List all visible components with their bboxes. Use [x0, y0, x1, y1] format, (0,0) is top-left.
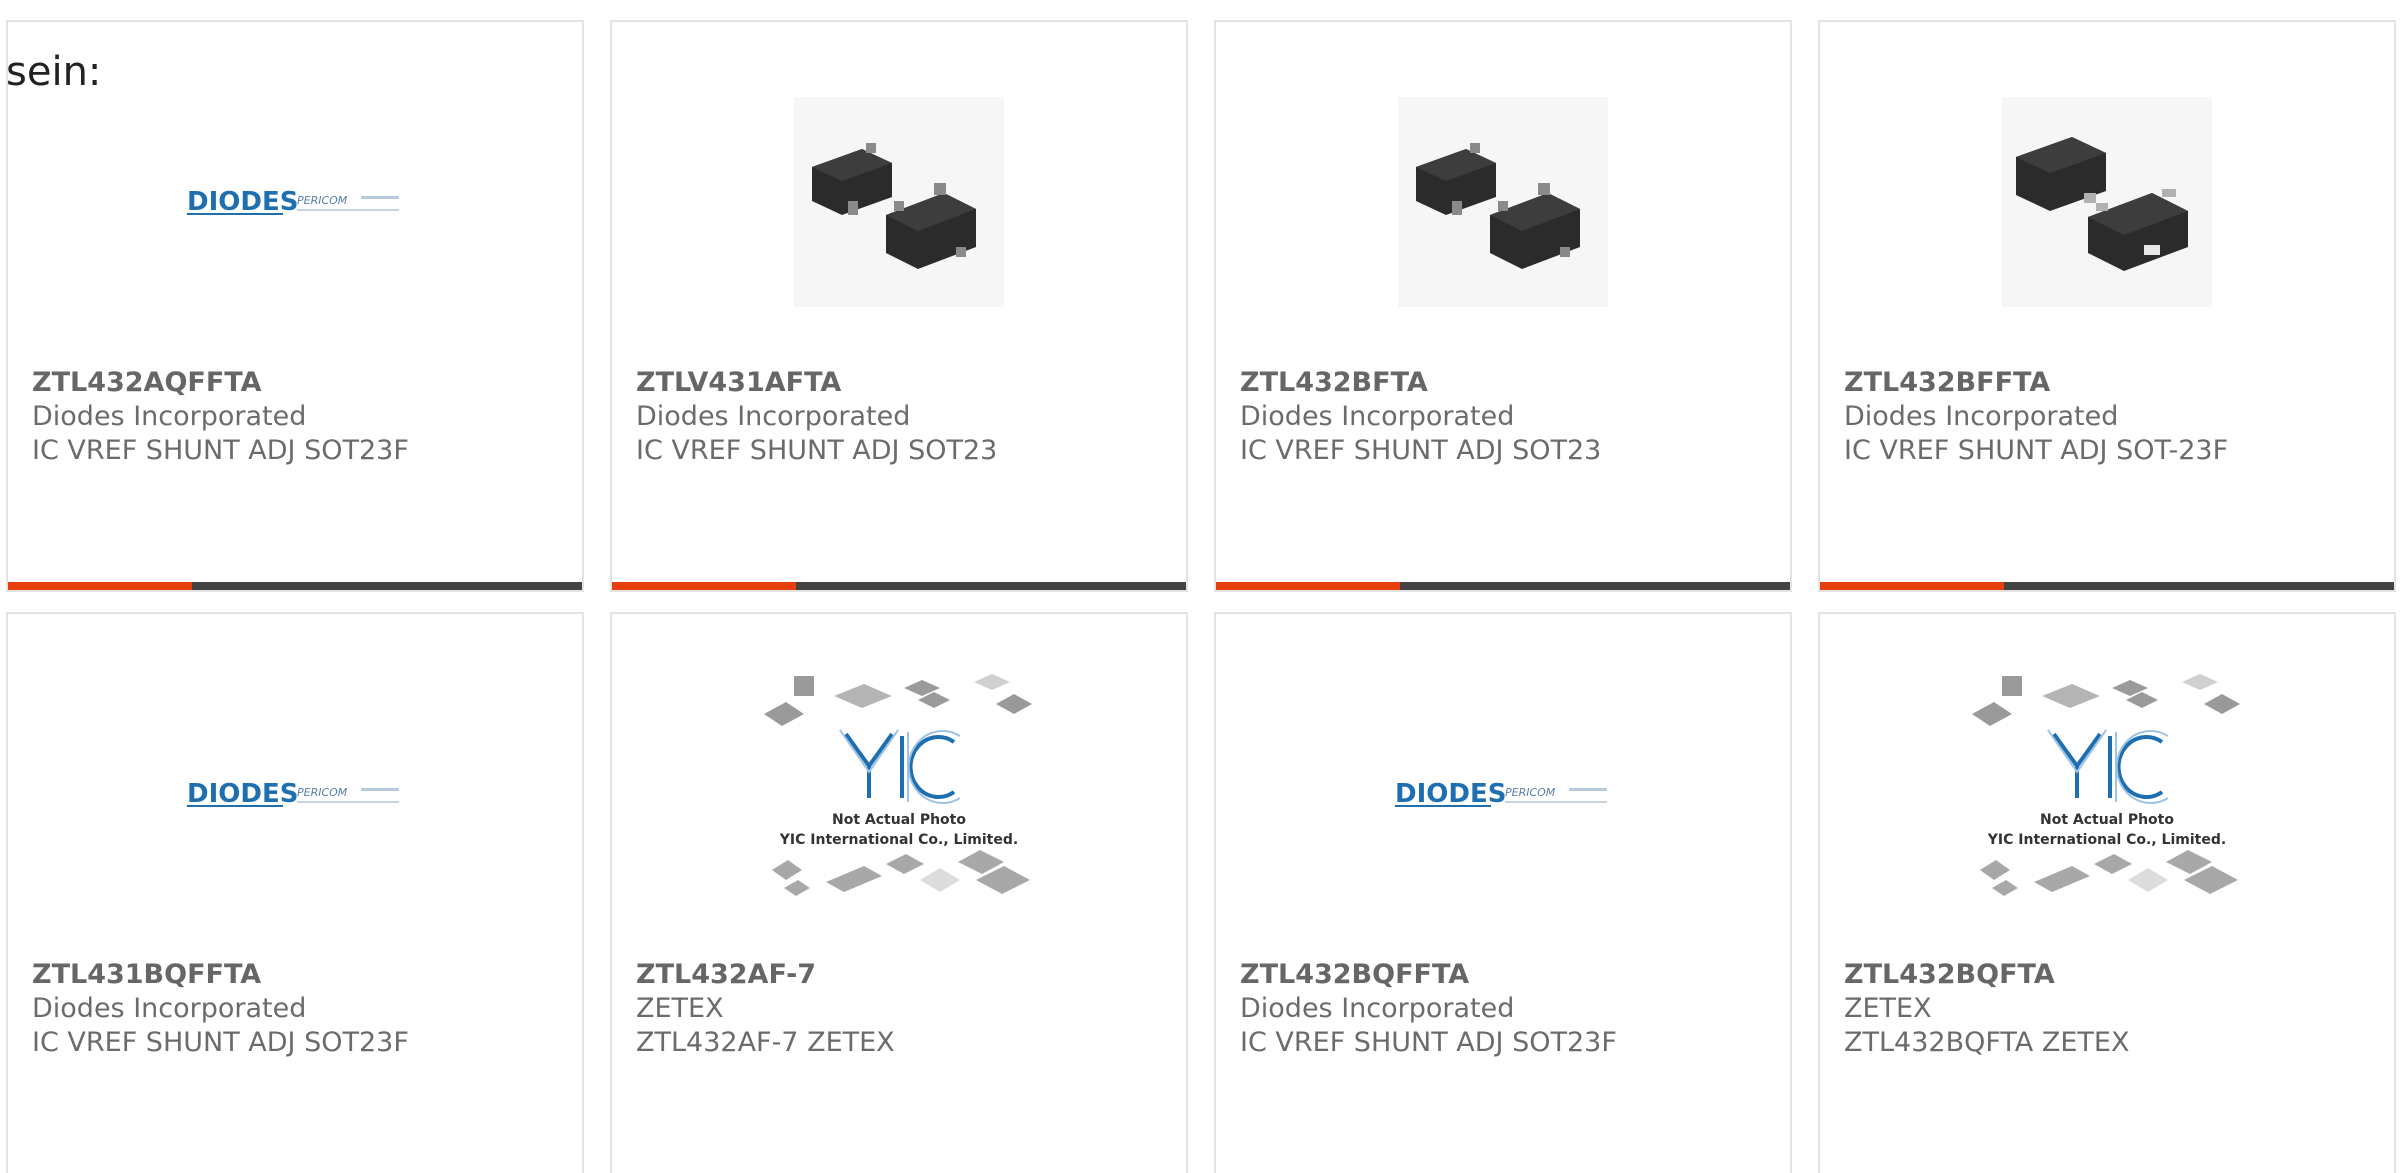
svg-text:PERICOM: PERICOM	[297, 194, 348, 207]
card-bottom-bar	[1820, 582, 2394, 590]
svg-text:PERICOM: PERICOM	[1505, 786, 1556, 799]
diodes-logo-image: DIODES PERICOM	[8, 674, 582, 914]
product-card[interactable]: DIODES PERICOM ZTL431BQFFTA Diodes Incor…	[6, 612, 584, 1173]
card-bottom-bar	[1216, 582, 1790, 590]
svg-text:YIC International Co., Limited: YIC International Co., Limited.	[779, 832, 1018, 848]
product-info: ZTL432BQFTA ZETEX ZTL432BQFTA ZETEX	[1844, 958, 2129, 1060]
diodes-logo-image: DIODES PERICOM	[1216, 674, 1790, 914]
description: ZTL432BQFTA ZETEX	[1844, 1027, 2130, 1058]
product-card[interactable]: DIODES PERICOM ZTL432BQFFTA Diodes Incor…	[1214, 612, 1792, 1173]
description: IC VREF SHUNT ADJ SOT23F	[32, 435, 409, 466]
diodes-logo-image: DIODES PERICOM	[8, 82, 582, 322]
product-card[interactable]: Not Actual Photo YIC International Co., …	[610, 612, 1188, 1173]
part-number[interactable]: ZTL432BQFTA	[1844, 958, 2129, 992]
product-card[interactable]: ZTLV431AFTA Diodes Incorporated IC VREF …	[610, 20, 1188, 592]
product-info: ZTLV431AFTA Diodes Incorporated IC VREF …	[636, 366, 997, 468]
part-number[interactable]: ZTL432BFFTA	[1844, 366, 2228, 400]
part-number[interactable]: ZTL432AF-7	[636, 958, 895, 992]
product-card[interactable]: DIODES PERICOM ZTL432AQFFTA Diodes Incor…	[6, 20, 584, 592]
manufacturer: ZETEX	[1844, 993, 1932, 1024]
manufacturer: Diodes Incorporated	[32, 993, 307, 1024]
manufacturer: Diodes Incorporated	[1240, 993, 1515, 1024]
product-card[interactable]: ZTL432BFFTA Diodes Incorporated IC VREF …	[1818, 20, 2396, 592]
card-bottom-bar	[8, 582, 582, 590]
svg-text:DIODES: DIODES	[1395, 779, 1506, 809]
manufacturer: Diodes Incorporated	[1240, 401, 1515, 432]
description: IC VREF SHUNT ADJ SOT-23F	[1844, 435, 2229, 466]
sot23-package-image	[612, 82, 1186, 322]
card-bottom-bar	[612, 582, 1186, 590]
yic-placeholder-image: Not Actual Photo YIC International Co., …	[1820, 674, 2394, 914]
yic-placeholder-image: Not Actual Photo YIC International Co., …	[612, 674, 1186, 914]
svg-text:Not Actual Photo: Not Actual Photo	[832, 812, 966, 828]
svg-text:YIC International Co., Limited: YIC International Co., Limited.	[1987, 832, 2226, 848]
svg-text:DIODES: DIODES	[187, 187, 298, 217]
manufacturer: ZETEX	[636, 993, 724, 1024]
description: ZTL432AF-7 ZETEX	[636, 1027, 895, 1058]
intro-text: sein:	[6, 49, 102, 95]
part-number[interactable]: ZTL432AQFFTA	[32, 366, 409, 400]
product-info: ZTL432BFFTA Diodes Incorporated IC VREF …	[1844, 366, 2228, 468]
part-number[interactable]: ZTL431BQFFTA	[32, 958, 409, 992]
product-info: ZTL432BFTA Diodes Incorporated IC VREF S…	[1240, 366, 1601, 468]
svg-text:DIODES: DIODES	[187, 779, 298, 809]
description: IC VREF SHUNT ADJ SOT23F	[32, 1027, 409, 1058]
svg-text:Not Actual Photo: Not Actual Photo	[2040, 812, 2174, 828]
product-info: ZTL432AF-7 ZETEX ZTL432AF-7 ZETEX	[636, 958, 895, 1060]
description: IC VREF SHUNT ADJ SOT23	[1240, 435, 1602, 466]
product-grid-page: sein: DIODES PERICOM ZTL432AQFFTA Diodes…	[0, 0, 2400, 1173]
manufacturer: Diodes Incorporated	[636, 401, 911, 432]
svg-text:PERICOM: PERICOM	[297, 786, 348, 799]
sot23-package-image	[1216, 82, 1790, 322]
part-number[interactable]: ZTL432BFTA	[1240, 366, 1601, 400]
manufacturer: Diodes Incorporated	[1844, 401, 2119, 432]
description: IC VREF SHUNT ADJ SOT23	[636, 435, 998, 466]
product-card[interactable]: ZTL432BFTA Diodes Incorporated IC VREF S…	[1214, 20, 1792, 592]
description: IC VREF SHUNT ADJ SOT23F	[1240, 1027, 1617, 1058]
product-card[interactable]: Not Actual Photo YIC International Co., …	[1818, 612, 2396, 1173]
product-info: ZTL431BQFFTA Diodes Incorporated IC VREF…	[32, 958, 409, 1060]
product-info: ZTL432AQFFTA Diodes Incorporated IC VREF…	[32, 366, 409, 468]
sot23f-package-image	[1820, 82, 2394, 322]
part-number[interactable]: ZTLV431AFTA	[636, 366, 997, 400]
part-number[interactable]: ZTL432BQFFTA	[1240, 958, 1617, 992]
manufacturer: Diodes Incorporated	[32, 401, 307, 432]
product-info: ZTL432BQFFTA Diodes Incorporated IC VREF…	[1240, 958, 1617, 1060]
